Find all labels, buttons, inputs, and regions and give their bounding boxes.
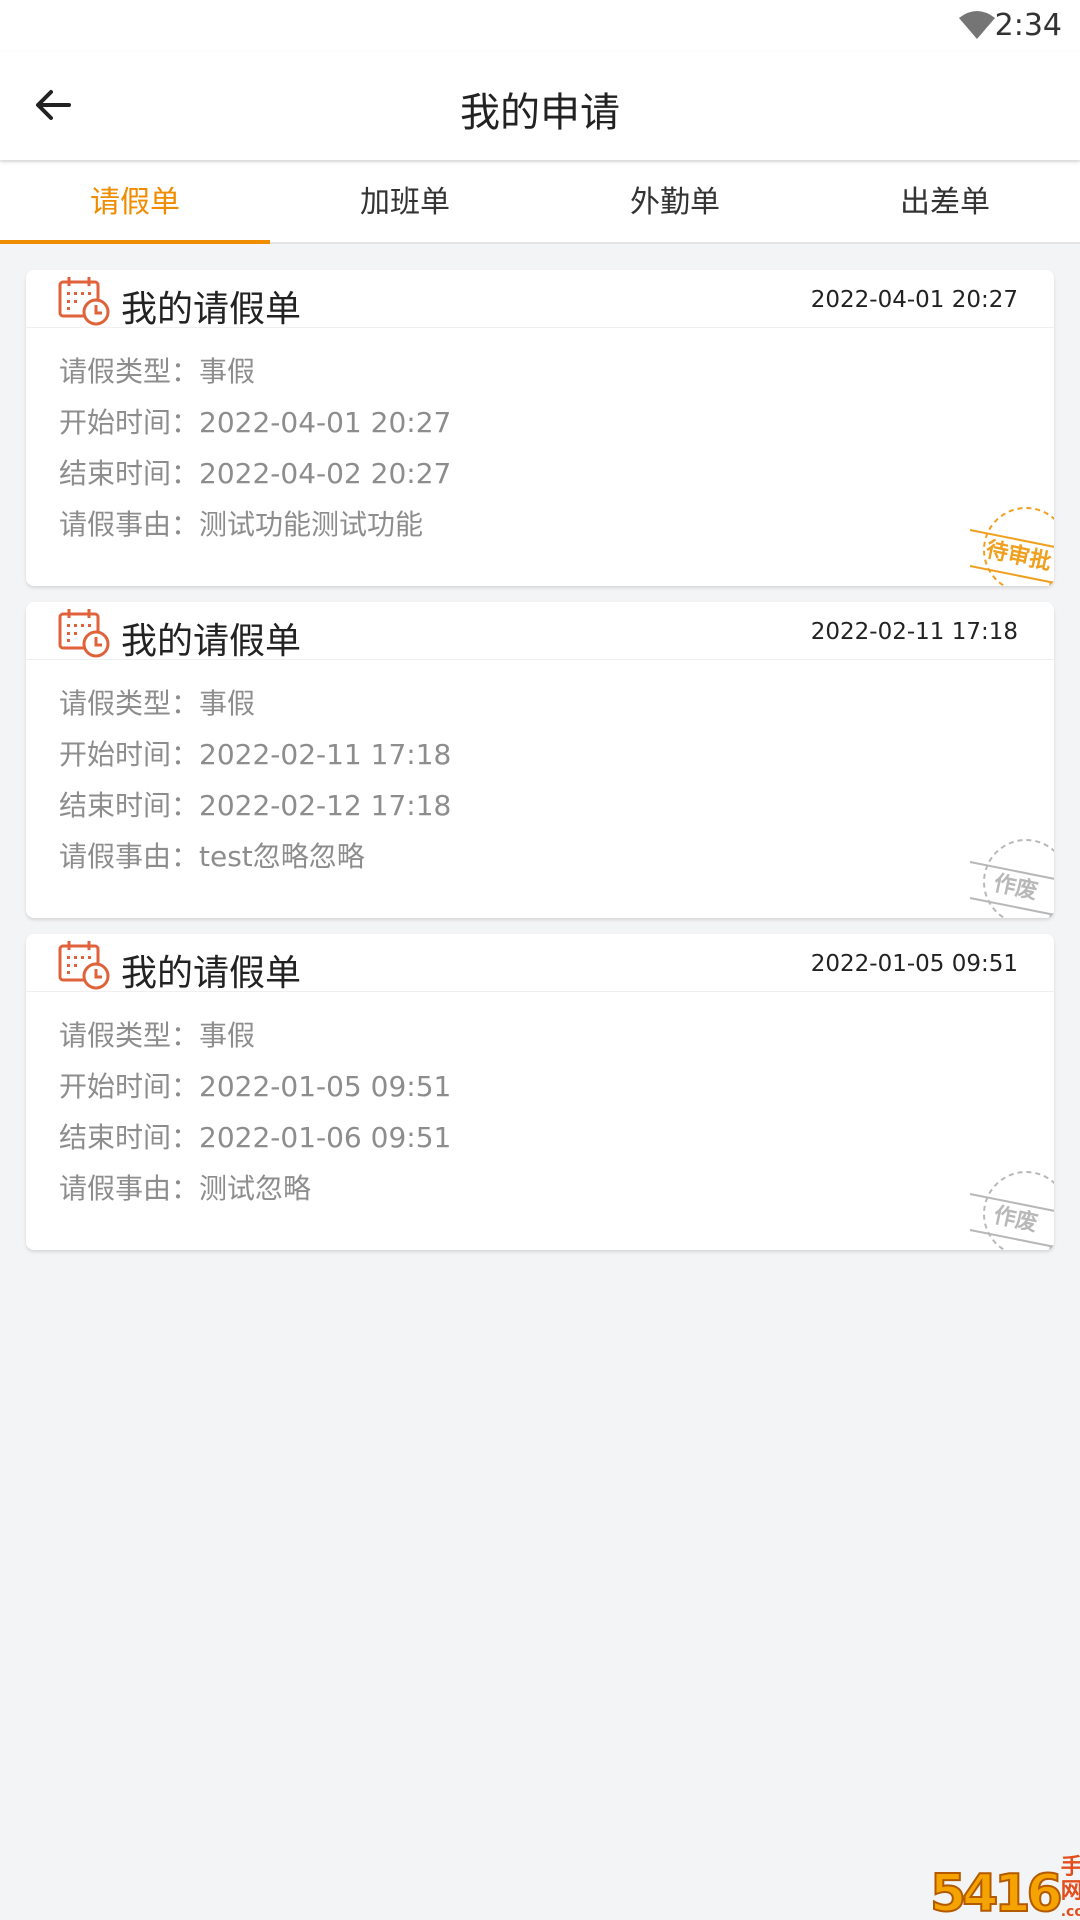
tab-business-trip[interactable]: 出差单: [810, 162, 1080, 242]
watermark-site-en: .com.cn: [1060, 1904, 1080, 1920]
leave-type-row: 请假类型：事假: [59, 688, 451, 739]
application-card[interactable]: 我的请假单 2022-04-01 20:27 请假类型：事假 开始时间：2022…: [26, 270, 1054, 586]
field-label: 请假类型：: [59, 355, 200, 388]
end-time-row: 结束时间：2022-02-12 17:18: [59, 790, 451, 841]
field-label: 结束时间：: [59, 457, 200, 490]
reason-row: 请假事由：测试功能测试功能: [59, 509, 451, 560]
watermark-number: 5416: [929, 1864, 1064, 1920]
field-label: 请假类型：: [59, 1019, 200, 1052]
calendar-clock-icon: [58, 277, 110, 326]
field-value: 事假: [199, 687, 256, 720]
start-time-row: 开始时间：2022-02-11 17:18: [59, 739, 451, 790]
field-value: 测试功能测试功能: [199, 508, 424, 541]
status-bar: 2:34: [0, 0, 1080, 52]
field-label: 请假事由：: [59, 840, 200, 873]
card-title: 我的请假单: [121, 953, 302, 994]
end-time-row: 结束时间：2022-04-02 20:27: [59, 458, 451, 509]
field-value: 2022-04-01 20:27: [199, 406, 452, 439]
card-body: 请假类型：事假 开始时间：2022-02-11 17:18 结束时间：2022-…: [59, 688, 451, 892]
status-stamp-pending: 待审批: [969, 507, 1054, 586]
field-value: 2022-01-05 09:51: [199, 1070, 452, 1103]
field-label: 开始时间：: [59, 406, 200, 439]
application-card[interactable]: 我的请假单 2022-02-11 17:18 请假类型：事假 开始时间：2022…: [26, 602, 1054, 918]
card-date: 2022-02-11 17:18: [810, 619, 1018, 645]
card-date: 2022-04-01 20:27: [810, 287, 1018, 313]
card-title: 我的请假单: [121, 621, 302, 662]
card-date: 2022-01-05 09:51: [810, 951, 1018, 977]
tab-overtime[interactable]: 加班单: [270, 162, 540, 242]
end-time-row: 结束时间：2022-01-06 09:51: [59, 1122, 451, 1173]
card-body: 请假类型：事假 开始时间：2022-01-05 09:51 结束时间：2022-…: [59, 1020, 451, 1224]
field-label: 开始时间：: [59, 1070, 200, 1103]
watermark-site-cn: 手游网: [1060, 1855, 1080, 1904]
calendar-clock-icon: [58, 941, 110, 990]
card-header: 我的请假单 2022-04-01 20:27: [26, 270, 1054, 330]
field-value: 2022-04-02 20:27: [199, 457, 452, 490]
calendar-clock-icon: [58, 609, 110, 658]
page-title: 我的申请: [460, 90, 620, 136]
start-time-row: 开始时间：2022-04-01 20:27: [59, 407, 451, 458]
field-value: 2022-02-11 17:18: [199, 738, 452, 771]
field-label: 请假事由：: [59, 508, 200, 541]
tab-bar: 请假单 加班单 外勤单 出差单: [0, 162, 1080, 244]
card-body: 请假类型：事假 开始时间：2022-04-01 20:27 结束时间：2022-…: [59, 356, 451, 560]
card-header: 我的请假单 2022-01-05 09:51: [26, 934, 1054, 994]
field-value: 事假: [199, 1019, 256, 1052]
field-value: 测试忽略: [199, 1172, 312, 1205]
leave-type-row: 请假类型：事假: [59, 356, 451, 407]
watermark-side: 手游网 .com.cn: [1061, 1856, 1080, 1920]
status-stamp-void: 作废: [969, 839, 1054, 918]
status-time: 2:34: [994, 8, 1062, 43]
field-value: 事假: [199, 355, 256, 388]
reason-row: 请假事由：测试忽略: [59, 1173, 451, 1224]
field-label: 结束时间：: [59, 1121, 200, 1154]
leave-type-row: 请假类型：事假: [59, 1020, 451, 1071]
card-header: 我的请假单 2022-02-11 17:18: [26, 602, 1054, 662]
field-label: 请假事由：: [59, 1172, 200, 1205]
field-label: 结束时间：: [59, 789, 200, 822]
site-watermark: 5416 手游网 .com.cn: [929, 1856, 1080, 1920]
application-list: 我的请假单 2022-04-01 20:27 请假类型：事假 开始时间：2022…: [26, 270, 1054, 1266]
field-label: 请假类型：: [59, 687, 200, 720]
start-time-row: 开始时间：2022-01-05 09:51: [59, 1071, 451, 1122]
application-card[interactable]: 我的请假单 2022-01-05 09:51 请假类型：事假 开始时间：2022…: [26, 934, 1054, 1250]
stamp-text: 待审批: [984, 536, 1054, 575]
status-stamp-void: 作废: [969, 1171, 1054, 1250]
tab-field-work[interactable]: 外勤单: [540, 162, 810, 242]
field-value: test忽略忽略: [199, 840, 365, 873]
card-title: 我的请假单: [121, 289, 302, 330]
field-label: 开始时间：: [59, 738, 200, 771]
wifi-icon: [959, 11, 995, 39]
field-value: 2022-02-12 17:18: [199, 789, 452, 822]
app-bar: 我的申请: [0, 52, 1080, 160]
field-value: 2022-01-06 09:51: [199, 1121, 452, 1154]
reason-row: 请假事由：test忽略忽略: [59, 841, 451, 892]
tab-leave[interactable]: 请假单: [0, 162, 270, 244]
